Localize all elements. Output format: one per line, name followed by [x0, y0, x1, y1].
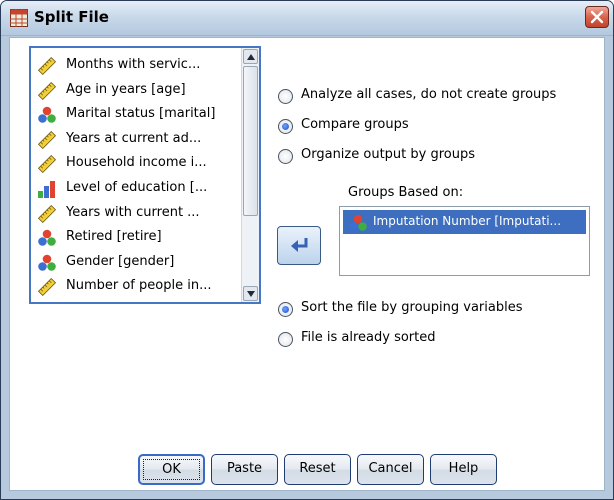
window-title: Split File [34, 8, 109, 26]
ruler-icon [37, 130, 57, 150]
arrow-down-icon [247, 291, 255, 297]
compare-groups-radio[interactable] [278, 119, 293, 134]
reset-label: Reset [299, 461, 336, 476]
file-already-sorted-radio[interactable] [278, 332, 293, 347]
variable-list-item[interactable]: Months with servic... [37, 54, 243, 76]
analyze-all-radio[interactable] [278, 89, 293, 104]
nominal-icon [37, 253, 57, 273]
sort-file-label[interactable]: Sort the file by grouping variables [301, 300, 522, 315]
groups-based-on-list[interactable]: Imputation Number [Imputati... [339, 206, 590, 276]
reset-button[interactable]: Reset [284, 454, 351, 485]
ok-button[interactable]: OK [138, 454, 205, 485]
ruler-icon [37, 154, 57, 174]
cancel-button[interactable]: Cancel [357, 454, 424, 485]
variable-label: Level of education [... [66, 180, 208, 195]
move-to-groups-button[interactable] [277, 226, 321, 265]
ordinal-icon [37, 179, 57, 199]
spreadsheet-icon [10, 9, 28, 27]
variable-label: Number of people in... [66, 278, 212, 294]
organize-output-radio[interactable] [278, 149, 293, 164]
variable-label: Marital status [marital] [66, 106, 216, 122]
close-icon [590, 10, 604, 24]
variable-list-item[interactable]: Number of people in... [37, 275, 243, 297]
close-button[interactable] [585, 6, 609, 28]
scroll-down-button[interactable] [243, 286, 258, 301]
sort-file-radio[interactable] [278, 302, 293, 317]
paste-button[interactable]: Paste [211, 454, 278, 485]
groups-list-item[interactable]: Imputation Number [Imputati... [343, 210, 586, 234]
variable-label: Gender [gender] [66, 253, 175, 269]
arrow-up-icon [247, 54, 255, 60]
variable-list-item[interactable]: Years at current ad... [37, 128, 243, 150]
scroll-up-button[interactable] [243, 49, 258, 64]
ruler-icon [37, 277, 57, 297]
variable-list-item[interactable]: Marital status [marital] [37, 103, 243, 125]
split-file-dialog: Split File Months with servic... Age in y… [0, 0, 614, 500]
cancel-label: Cancel [368, 461, 413, 476]
compare-groups-label[interactable]: Compare groups [301, 117, 409, 132]
nominal-icon [37, 105, 57, 125]
analyze-all-label[interactable]: Analyze all cases, do not create groups [301, 87, 556, 102]
paste-label: Paste [226, 461, 263, 476]
variable-list-item[interactable]: Retired [retire] [37, 226, 243, 248]
groups-item-label: Imputation Number [Imputati... [373, 214, 562, 228]
nominal-icon [37, 228, 57, 248]
help-label: Help [448, 461, 479, 476]
variable-label: Months with servic... [66, 57, 201, 72]
variable-list-item[interactable]: Gender [gender] [37, 251, 243, 273]
title-bar[interactable]: Split File [1, 1, 613, 36]
variable-list-item[interactable]: Years with current ... [37, 202, 243, 224]
variable-list-item[interactable]: Level of education [... [37, 177, 243, 199]
arrow-bent-icon [291, 238, 308, 252]
ruler-icon [37, 204, 57, 224]
variable-list-scrollbar[interactable] [241, 48, 259, 302]
file-already-sorted-label[interactable]: File is already sorted [301, 330, 436, 345]
variable-label: Household income i... [66, 155, 207, 171]
source-variable-list[interactable]: Months with servic... Age in years [age] M… [29, 46, 261, 304]
variable-label: Years with current ... [66, 204, 200, 220]
nominal-icon [348, 213, 368, 233]
organize-output-label[interactable]: Organize output by groups [301, 147, 475, 162]
focus-ring [143, 459, 200, 480]
variable-list-item[interactable]: Age in years [age] [37, 79, 243, 101]
help-button[interactable]: Help [430, 454, 497, 485]
ruler-icon [37, 56, 57, 76]
scroll-thumb[interactable] [243, 66, 258, 216]
groups-based-on-label: Groups Based on: [348, 185, 464, 200]
variable-label: Years at current ad... [66, 130, 202, 146]
variable-label: Retired [retire] [66, 229, 162, 245]
variable-label: Age in years [age] [66, 81, 186, 97]
ruler-icon [37, 81, 57, 101]
variable-list-item[interactable]: Household income i... [37, 152, 243, 174]
